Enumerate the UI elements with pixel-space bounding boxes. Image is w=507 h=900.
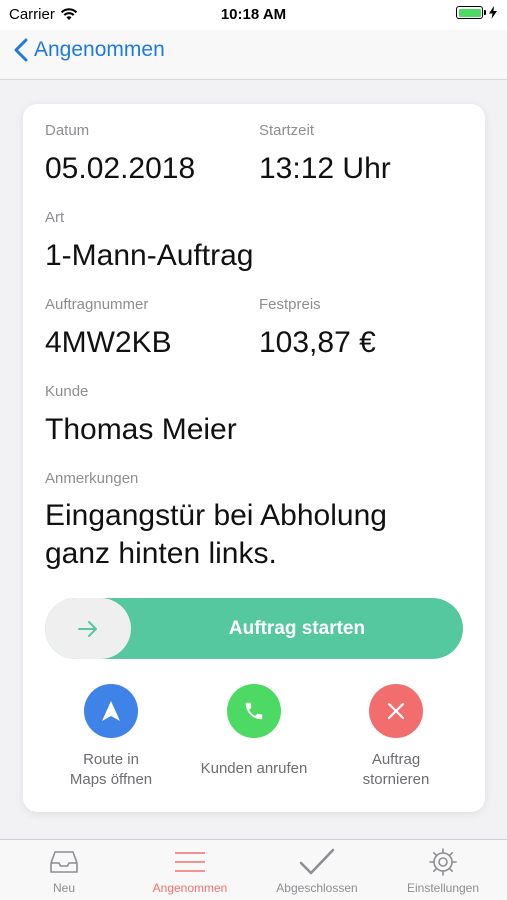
tab-abgeschlossen[interactable]: Abgeschlossen [254, 840, 380, 900]
type-field: Art 1-Mann-Auftrag [45, 209, 253, 274]
start-order-label: Auftrag starten [228, 617, 366, 639]
start-time-value: 13:12 Uhr [259, 152, 391, 185]
customer-value: Thomas Meier [45, 413, 237, 446]
close-icon [387, 702, 405, 720]
navigation-bar: Angenommen [0, 30, 507, 80]
status-time: 10:18 AM [220, 6, 287, 23]
tab-angenommen[interactable]: Angenommen [127, 840, 253, 900]
route-label: Route in Maps öffnen [41, 750, 181, 789]
cancel-label-line2: stornieren [362, 770, 430, 788]
date-label: Datum [45, 122, 90, 139]
price-label: Festpreis [259, 296, 321, 313]
call-action: Kunden anrufen [184, 684, 324, 779]
call-label: Kunden anrufen [200, 760, 308, 777]
call-customer-button[interactable] [227, 684, 281, 738]
back-button[interactable]: Angenommen [14, 38, 165, 62]
route-button[interactable] [84, 684, 138, 738]
type-value: 1-Mann-Auftrag [45, 239, 254, 272]
status-bar: Carrier 10:18 AM [0, 0, 507, 30]
tab-neu[interactable]: Neu [1, 840, 127, 900]
date-field: Datum 05.02.2018 [45, 122, 195, 187]
slider-handle[interactable] [45, 598, 131, 659]
cancel-action: Auftrag stornieren [326, 684, 466, 789]
phone-icon [245, 702, 263, 720]
chevron-left-icon [14, 38, 28, 62]
notes-label: Anmerkungen [45, 470, 139, 487]
gear-icon [429, 848, 457, 876]
list-icon [175, 852, 205, 872]
back-button-label: Angenommen [34, 38, 165, 61]
route-label-line2: Maps öffnen [69, 770, 153, 788]
order-number-value: 4MW2KB [45, 326, 172, 359]
tab-bar: Neu Angenommen Abgeschlossen Einstellung… [0, 839, 507, 900]
route-label-line1: Route in [83, 751, 139, 768]
tab-neu-label: Neu [52, 881, 75, 895]
date-value: 05.02.2018 [45, 152, 196, 185]
checkmark-icon [299, 848, 335, 875]
price-value: 103,87 € [259, 326, 376, 359]
tab-einstellungen-label: Einstellungen [406, 881, 480, 895]
inbox-icon [50, 851, 78, 873]
cancel-label-line1: Auftrag [371, 751, 421, 768]
tab-angenommen-label: Angenommen [152, 881, 228, 895]
order-detail-card: Datum 05.02.2018 Startzeit 13:12 Uhr Art… [23, 104, 485, 812]
charging-bolt-icon [489, 6, 497, 19]
battery-indicator [456, 6, 497, 19]
price-field: Festpreis 103,87 € [259, 296, 376, 361]
customer-label: Kunde [45, 383, 89, 400]
type-label: Art [45, 209, 65, 226]
start-order-slider[interactable]: Auftrag starten [45, 598, 463, 659]
start-time-field: Startzeit 13:12 Uhr [259, 122, 391, 187]
battery-icon [456, 6, 483, 19]
notes-value: Eingangstür bei Abholung ganz hinten lin… [45, 499, 387, 570]
navigation-arrow-icon [102, 701, 120, 721]
start-time-label: Startzeit [259, 122, 315, 139]
route-action: Route in Maps öffnen [41, 684, 181, 789]
cancel-order-button[interactable] [369, 684, 423, 738]
cancel-label: Auftrag stornieren [326, 750, 466, 789]
notes-field: Anmerkungen Eingangstür bei Abholung gan… [45, 470, 445, 572]
tab-einstellungen[interactable]: Einstellungen [380, 840, 506, 900]
order-number-field: Auftragnummer 4MW2KB [45, 296, 172, 361]
order-number-label: Auftragnummer [45, 296, 149, 313]
arrow-right-icon [78, 620, 97, 637]
customer-field: Kunde Thomas Meier [45, 383, 237, 448]
tab-abgeschlossen-label: Abgeschlossen [276, 881, 358, 895]
